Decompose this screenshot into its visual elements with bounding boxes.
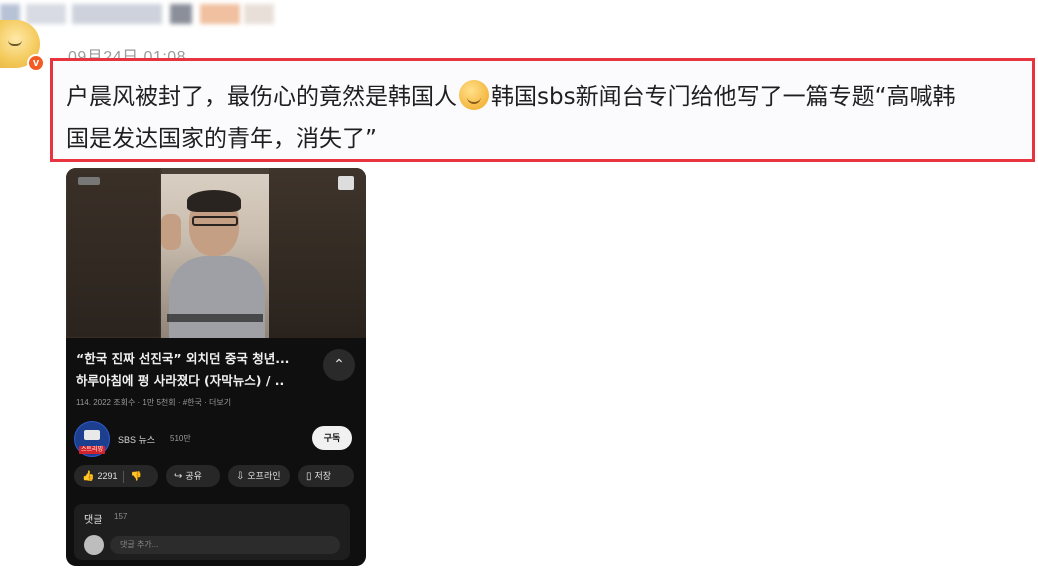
thumbs-up-icon: 👍 bbox=[82, 471, 95, 482]
expand-description-button[interactable]: ⌃ bbox=[323, 349, 355, 381]
video-title: “한국 진짜 선진국” 외치던 중국 청년... 하루아침에 펑 사라졌다 (자… bbox=[76, 351, 290, 388]
comments-section[interactable]: 댓글 157 댓글 추가... bbox=[74, 504, 350, 560]
channel-avatar[interactable]: 스트리밍 bbox=[74, 421, 110, 457]
subscriber-count: 510만 bbox=[170, 434, 191, 443]
post-text-segment: 国是发达国家的青年，消失了” bbox=[66, 126, 377, 152]
thumbs-down-icon[interactable]: 👎 bbox=[130, 471, 141, 481]
channel-name[interactable]: SBS 뉴스 bbox=[118, 433, 155, 446]
verified-badge-icon: v bbox=[27, 54, 45, 72]
comments-label: 댓글 bbox=[84, 515, 103, 526]
like-dislike-button[interactable]: 👍 2291 👎 bbox=[74, 465, 158, 487]
blurred-username bbox=[0, 0, 290, 30]
save-button[interactable]: ▯ 저장 bbox=[298, 465, 354, 487]
video-thumbnail[interactable] bbox=[66, 168, 366, 338]
embedded-video-screenshot[interactable]: “한국 진짜 선진국” 외치던 중국 청년... 하루아침에 펑 사라졌다 (자… bbox=[66, 168, 366, 566]
bookmark-icon: ▯ bbox=[306, 471, 312, 482]
share-button[interactable]: ↪ 공유 bbox=[166, 465, 220, 487]
post-text-segment: 户晨风被封了，最伤心的竟然是韩国人 bbox=[66, 84, 457, 110]
download-button[interactable]: ⇩ 오프라인 bbox=[228, 465, 290, 487]
sbs-logo-icon bbox=[338, 176, 354, 190]
live-badge: 스트리밍 bbox=[79, 446, 106, 454]
action-bar: 👍 2291 👎 ↪ 공유 ⇩ 오프라인 ▯ 저장 bbox=[74, 465, 364, 487]
comments-count: 157 bbox=[114, 512, 128, 521]
like-count: 2291 bbox=[97, 471, 118, 481]
comment-input[interactable]: 댓글 추가... bbox=[110, 536, 340, 554]
share-icon: ↪ bbox=[174, 471, 183, 482]
post-text: 户晨风被封了，最伤心的竟然是韩国人 韩国sbs新闻台专门给他写了一篇专题“高喊韩 … bbox=[66, 76, 1026, 160]
commenter-avatar bbox=[84, 535, 104, 555]
video-meta: 114. 2022 조회수 · 1만 5천회 · #한국 · 더보기 bbox=[76, 398, 232, 407]
channel-watermark-icon bbox=[78, 177, 100, 185]
download-icon: ⇩ bbox=[236, 471, 245, 482]
drooling-face-emoji-icon bbox=[459, 79, 489, 110]
post-text-segment: 韩国sbs新闻台专门给他写了一篇专题“高喊韩 bbox=[491, 84, 956, 110]
subscribe-button[interactable]: 구독 bbox=[312, 426, 352, 450]
